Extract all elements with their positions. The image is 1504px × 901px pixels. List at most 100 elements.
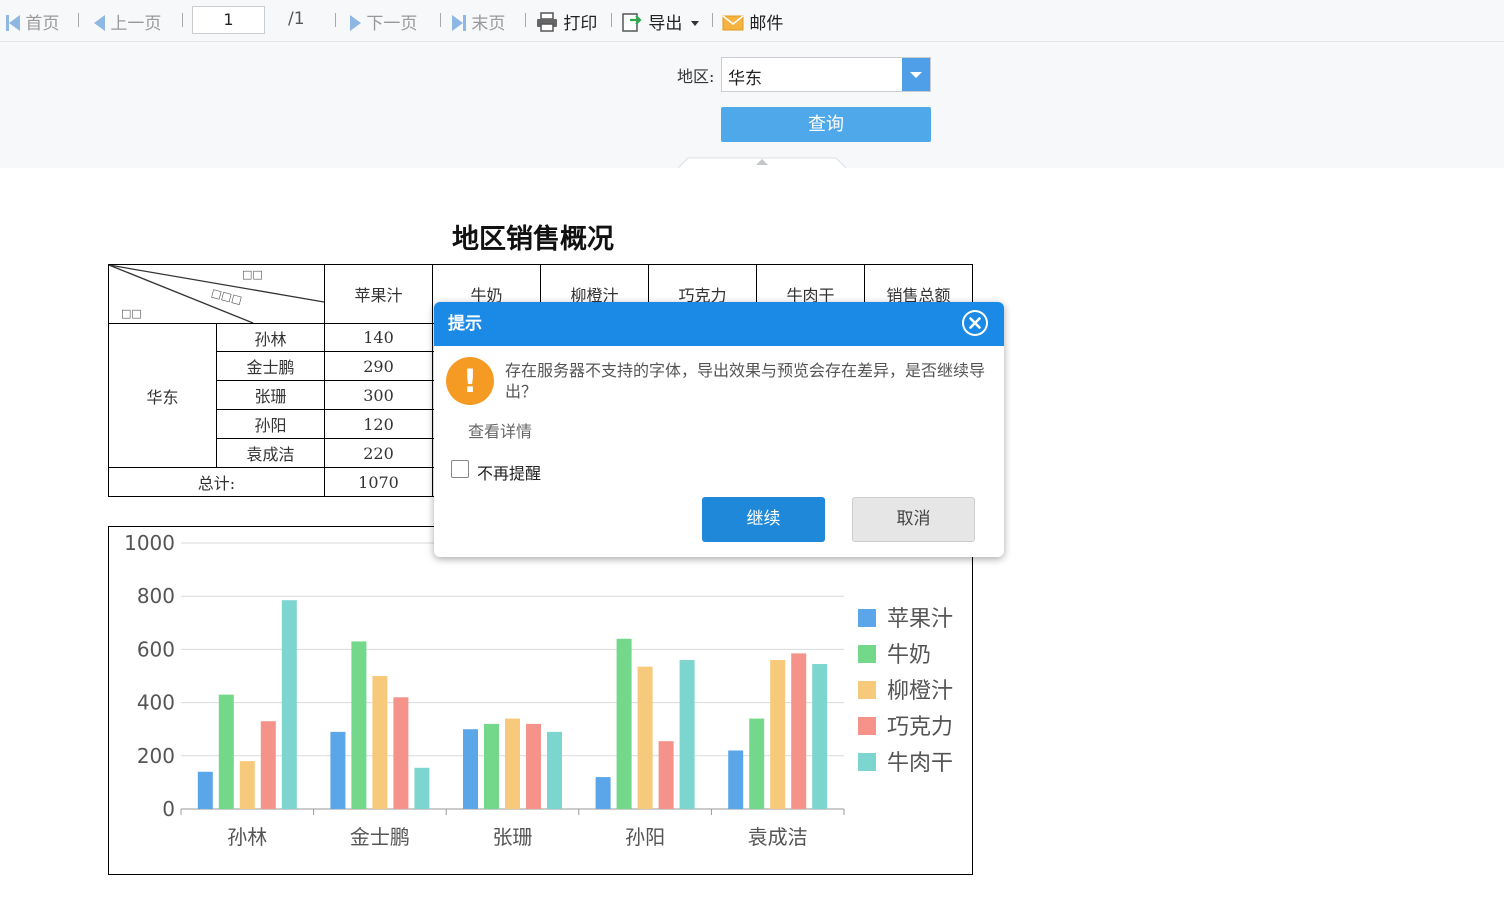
- x-tick-label: 张珊: [493, 825, 533, 849]
- y-tick-label: 600: [137, 637, 175, 661]
- legend-label: 苹果汁: [887, 607, 953, 632]
- bar: [791, 653, 807, 809]
- print-label: 打印: [563, 14, 598, 34]
- first-page-label: 首页: [25, 14, 60, 34]
- page-total: /1: [288, 9, 305, 29]
- bar: [239, 761, 255, 809]
- export-warning-dialog: 提示 ! 存在服务器不支持的字体，导出效果与预览会存在差异，是否继续导出？ 查看…: [434, 302, 1004, 557]
- legend-label: 牛奶: [887, 643, 931, 668]
- export-button[interactable]: 导出: [621, 9, 699, 34]
- legend-swatch: [858, 609, 876, 627]
- next-page-button[interactable]: 下一页: [350, 9, 417, 34]
- next-page-label: 下一页: [366, 14, 418, 34]
- bar: [218, 694, 234, 809]
- toolbar: 首页 上一页 1 /1 下一页 末页 打印 导出 邮件: [0, 0, 1504, 42]
- mail-button[interactable]: 邮件: [722, 9, 783, 34]
- divider: [440, 13, 441, 27]
- salesperson-cell: 袁成洁: [216, 438, 325, 468]
- region-label: 地区:: [677, 67, 715, 86]
- next-page-icon: [350, 15, 361, 31]
- y-tick-label: 0: [162, 797, 175, 821]
- value-cell: 120: [324, 409, 433, 439]
- bar: [505, 718, 520, 809]
- bar: [526, 723, 541, 809]
- y-tick-label: 200: [137, 744, 175, 768]
- x-tick-label: 孙林: [227, 825, 267, 849]
- export-icon: [622, 13, 642, 32]
- total-value: 1070: [324, 467, 433, 497]
- legend-swatch: [858, 681, 876, 699]
- bar: [330, 731, 346, 809]
- print-button[interactable]: 打印: [536, 9, 597, 34]
- first-page-button[interactable]: 首页: [6, 9, 59, 34]
- bar: [484, 723, 499, 809]
- bar: [463, 729, 478, 809]
- prev-page-button[interactable]: 上一页: [94, 9, 161, 34]
- sales-bar-chart: 0 200 400 600 800 1000 孙林 金士鹏 张珊 孙阳 袁成洁 苹果汁牛奶柳橙汁巧克力…: [124, 531, 953, 849]
- y-tick-label: 800: [137, 584, 175, 608]
- dont-remind-label[interactable]: 不再提醒: [477, 460, 541, 484]
- x-tick-label: 袁成洁: [748, 825, 808, 849]
- bar: [637, 666, 653, 809]
- header-corner-cell: □□ □□□ □□: [108, 264, 325, 324]
- value-cell: 300: [324, 380, 433, 410]
- salesperson-cell: 金士鹏: [216, 351, 325, 381]
- warning-icon: !: [446, 357, 494, 405]
- region-select-value: 华东: [728, 69, 762, 89]
- dialog-message: 存在服务器不支持的字体，导出效果与预览会存在差异，是否继续导出？: [505, 361, 986, 401]
- last-page-label: 末页: [471, 14, 506, 34]
- bar: [679, 660, 695, 809]
- legend-label: 巧克力: [887, 715, 953, 740]
- dialog-title: 提示: [434, 302, 1004, 346]
- dropdown-arrow-icon[interactable]: [902, 58, 930, 91]
- bar: [414, 767, 430, 809]
- bar: [812, 664, 828, 809]
- chevron-down-icon: [690, 21, 699, 26]
- mail-label: 邮件: [749, 14, 784, 34]
- bar: [728, 750, 744, 809]
- corner-label-bottom: □□: [121, 307, 142, 320]
- divider: [611, 13, 612, 27]
- x-tick-label: 金士鹏: [350, 825, 410, 849]
- bar: [197, 771, 213, 809]
- close-button[interactable]: [962, 310, 988, 336]
- report-title: 地区销售概况: [452, 224, 614, 255]
- value-cell: 140: [324, 323, 433, 352]
- last-page-icon: [452, 14, 466, 34]
- printer-icon: [537, 12, 557, 32]
- export-label: 导出: [648, 14, 683, 34]
- first-page-icon: [6, 14, 20, 34]
- value-cell: 290: [324, 351, 433, 381]
- cancel-button[interactable]: 取消: [852, 497, 975, 542]
- chart-container: 0 200 400 600 800 1000 孙林 金士鹏 张珊 孙阳 袁成洁 苹果汁 牛奶 柳橙汁 巧克力…: [108, 526, 973, 875]
- y-tick-label: 1000: [124, 531, 175, 555]
- bar: [351, 641, 367, 809]
- bar: [393, 697, 409, 809]
- last-page-button[interactable]: 末页: [452, 9, 505, 34]
- region-cell: 华东: [108, 323, 217, 468]
- bar: [260, 721, 276, 809]
- prev-page-icon: [94, 15, 105, 31]
- bar: [372, 676, 388, 809]
- corner-label-top: □□: [242, 268, 263, 281]
- dont-remind-checkbox[interactable]: [451, 460, 469, 478]
- bar: [749, 718, 765, 809]
- divider: [712, 13, 713, 27]
- bar: [770, 660, 786, 809]
- page-number-input[interactable]: 1: [192, 6, 265, 34]
- view-details-link[interactable]: 查看详情: [468, 418, 532, 442]
- value-cell: 220: [324, 438, 433, 468]
- parameter-panel: 地区: 华东 查询: [0, 42, 1504, 168]
- legend-label: 牛肉干: [887, 751, 953, 776]
- query-button[interactable]: 查询: [721, 107, 931, 142]
- salesperson-cell: 孙林: [216, 323, 325, 352]
- bar: [547, 731, 562, 809]
- bar: [616, 638, 632, 809]
- continue-button[interactable]: 继续: [702, 497, 825, 542]
- collapse-panel-icon[interactable]: [678, 156, 846, 168]
- prev-page-label: 上一页: [110, 14, 162, 34]
- y-tick-label: 400: [137, 691, 175, 715]
- salesperson-cell: 张珊: [216, 380, 325, 410]
- region-select[interactable]: 华东: [721, 57, 931, 92]
- legend-swatch: [858, 717, 876, 735]
